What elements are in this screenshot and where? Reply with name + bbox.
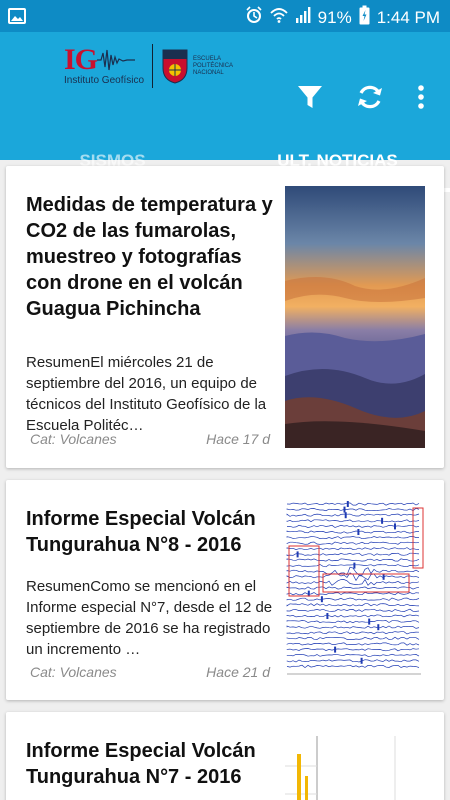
- news-text: Informe Especial Volcán Tungurahua N°7 -…: [26, 738, 280, 790]
- news-title: Informe Especial Volcán Tungurahua N°7 -…: [26, 740, 256, 788]
- image-icon: [8, 7, 26, 30]
- status-bar: 91% 1:44 PM: [0, 0, 450, 32]
- ig-logo: IG Instituto Geofísico: [64, 43, 145, 87]
- refresh-icon: [358, 85, 382, 109]
- app-bar: IG Instituto Geofísico ESCUELA POLITÉCNI…: [0, 32, 450, 192]
- news-summary: ResumenComo se mencionó en el Informe es…: [26, 578, 273, 658]
- news-thumbnail: [285, 736, 425, 800]
- news-category: Cat: Volcanes: [30, 431, 117, 447]
- news-title: Medidas de temperatura y CO2 de las fuma…: [26, 194, 273, 320]
- news-age: Hace 21 d: [206, 664, 270, 680]
- chart-image: [285, 736, 425, 800]
- refresh-button[interactable]: [353, 80, 387, 114]
- news-thumbnail: [285, 498, 425, 682]
- news-category: Cat: Volcanes: [30, 664, 117, 680]
- seismograph-wave-icon: [97, 49, 136, 71]
- news-text: Informe Especial Volcán Tungurahua N°8 -…: [26, 506, 280, 660]
- sunset-landscape-photo: [285, 186, 425, 448]
- logo-divider: [152, 44, 154, 88]
- epn-name: ESCUELA POLITÉCNICA NACIONAL: [193, 55, 233, 76]
- signal-icon: [295, 6, 311, 29]
- news-card[interactable]: Informe Especial Volcán Tungurahua N°7 -…: [6, 712, 444, 800]
- alarm-icon: [245, 6, 263, 29]
- more-vert-icon: [418, 85, 424, 109]
- news-age: Hace 17 d: [206, 431, 270, 447]
- wifi-icon: [270, 6, 288, 29]
- filter-icon: [298, 86, 322, 108]
- news-title: Informe Especial Volcán Tungurahua N°8 -…: [26, 508, 256, 556]
- epn-shield-icon: [162, 49, 188, 84]
- epn-logo: ESCUELA POLITÉCNICA NACIONAL: [161, 48, 233, 84]
- filter-button[interactable]: [293, 80, 327, 114]
- news-card[interactable]: Medidas de temperatura y CO2 de las fuma…: [6, 166, 444, 468]
- battery-icon: [359, 5, 370, 30]
- news-text: Medidas de temperatura y CO2 de las fuma…: [26, 192, 280, 436]
- clock: 1:44 PM: [376, 7, 440, 27]
- news-card[interactable]: Informe Especial Volcán Tungurahua N°8 -…: [6, 480, 444, 700]
- news-thumbnail: [285, 186, 425, 448]
- battery-percentage: 91%: [317, 7, 352, 27]
- ig-mark: IG: [64, 43, 98, 76]
- app-logo: IG Instituto Geofísico ESCUELA POLITÉCNI…: [64, 42, 239, 90]
- overflow-menu-button[interactable]: [406, 80, 436, 114]
- institute-name: Instituto Geofísico: [64, 75, 145, 86]
- seismogram-image: [285, 498, 425, 682]
- news-summary: ResumenEl miércoles 21 de septiembre del…: [26, 354, 267, 434]
